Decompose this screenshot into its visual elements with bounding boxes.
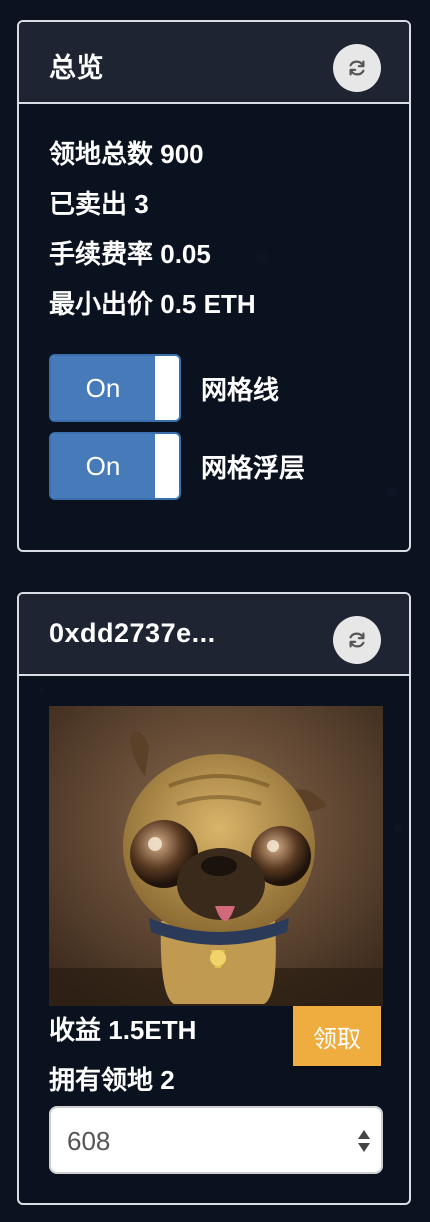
stat-label: 领地总数 [49, 139, 154, 169]
earnings-value: 1.5ETH [108, 1015, 197, 1045]
stat-value: 900 [160, 139, 204, 169]
select-arrows-icon [358, 1130, 370, 1152]
stat-fee-rate: 手续费率 0.05 [49, 234, 256, 284]
stat-value: 3 [134, 189, 149, 219]
stat-value: 0.05 [160, 239, 211, 269]
overview-stats: 领地总数 900 已卖出 3 手续费率 0.05 最小出价 0.5 ETH [49, 134, 256, 334]
stat-label: 最小出价 [49, 289, 154, 319]
grid-lines-label: 网格线 [201, 374, 280, 405]
overview-title: 总览 [49, 53, 104, 83]
grid-overlay-toggle-row: On 网格浮层 [49, 432, 305, 500]
grid-lines-toggle[interactable]: On [49, 354, 181, 422]
stat-total-lands: 领地总数 900 [49, 134, 256, 184]
overview-panel: 总览 领地总数 900 已卖出 3 手续费率 0.05 最小出价 0.5 ETH [17, 20, 411, 552]
toggle-on-label: On [51, 356, 155, 420]
claim-button[interactable]: 领取 [293, 1006, 381, 1066]
toggle-knob [155, 358, 177, 418]
account-panel: 0xdd2737e... 领取 收益 1.5ETH 拥有领地 2 608 [17, 592, 411, 1205]
refresh-icon [349, 60, 365, 76]
owned-lands-label: 拥有领地 [49, 1065, 154, 1095]
earnings-label: 收益 [49, 1015, 102, 1045]
refresh-icon [349, 632, 365, 648]
stat-value: 0.5 ETH [160, 289, 256, 319]
grid-lines-toggle-row: On 网格线 [49, 354, 279, 422]
overview-refresh-button[interactable] [333, 44, 381, 92]
account-refresh-button[interactable] [333, 616, 381, 664]
earnings-line: 收益 1.5ETH [49, 1010, 196, 1047]
owned-lands-value: 2 [160, 1065, 175, 1095]
land-select-value: 608 [67, 1126, 111, 1156]
toggle-knob [155, 436, 177, 496]
stat-label: 手续费率 [49, 239, 154, 269]
owned-lands-line: 拥有领地 2 [49, 1060, 175, 1097]
grid-overlay-toggle[interactable]: On [49, 432, 181, 500]
pug-avatar-image [49, 706, 383, 1006]
stat-min-bid: 最小出价 0.5 ETH [49, 284, 256, 334]
grid-overlay-label: 网格浮层 [201, 452, 306, 483]
account-address: 0xdd2737e... [49, 618, 216, 648]
land-select[interactable]: 608 [49, 1106, 383, 1174]
toggle-on-label: On [51, 434, 155, 498]
overview-header: 总览 [19, 22, 409, 104]
stat-label: 已卖出 [49, 189, 128, 219]
account-header: 0xdd2737e... [19, 594, 409, 676]
stat-sold: 已卖出 3 [49, 184, 256, 234]
